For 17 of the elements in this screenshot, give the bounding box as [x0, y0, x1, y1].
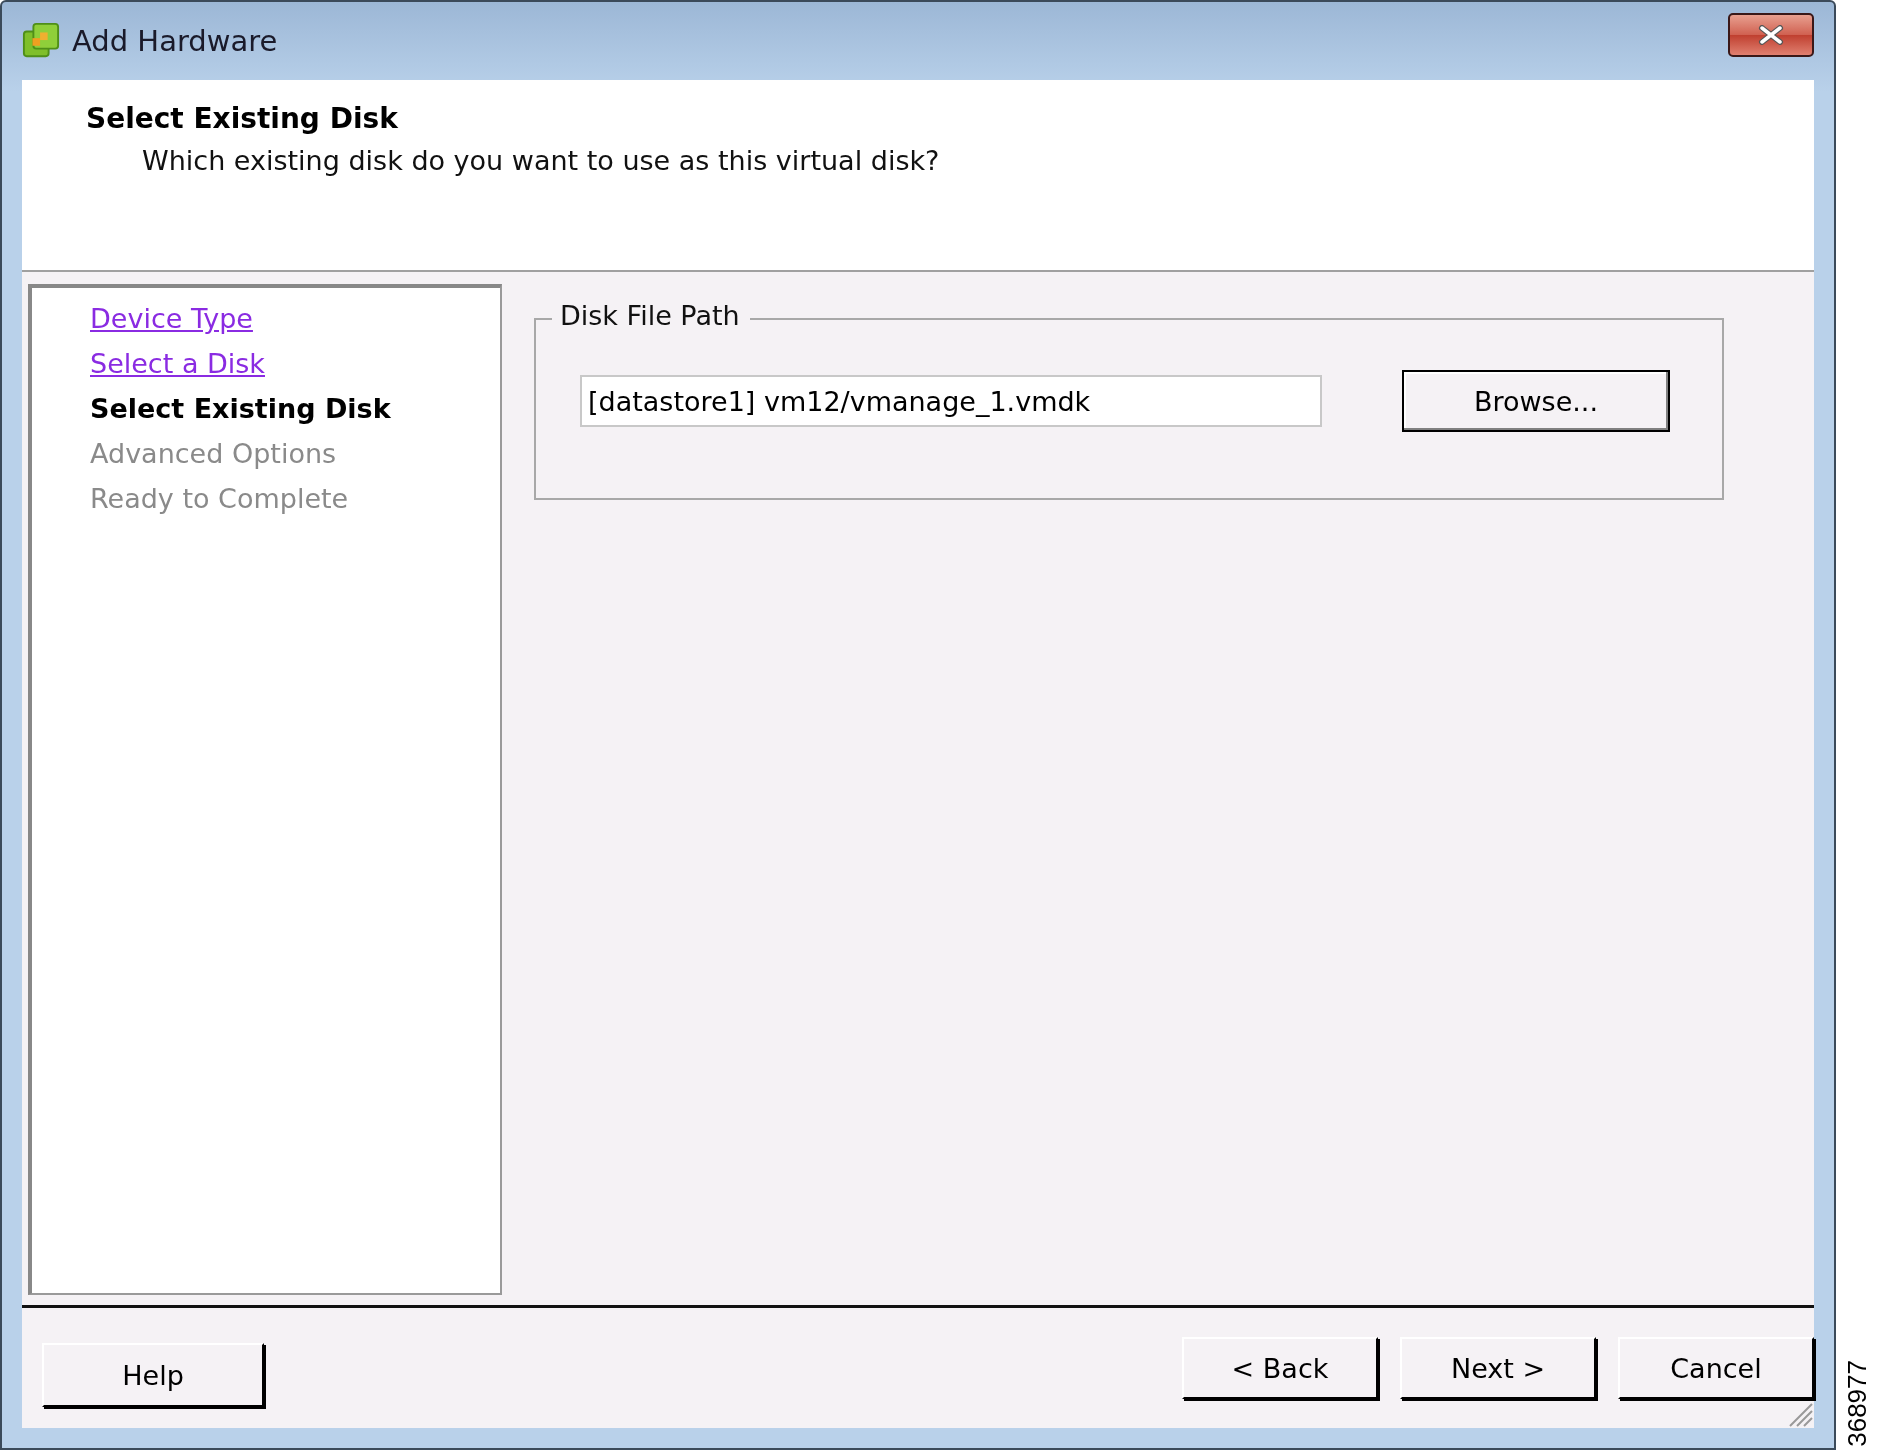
figure-number: 368977	[1843, 1360, 1870, 1447]
cancel-button[interactable]: Cancel	[1618, 1337, 1814, 1399]
close-icon	[1756, 25, 1786, 45]
step-label: Advanced Options	[90, 437, 337, 471]
step-label: Ready to Complete	[90, 482, 349, 516]
page-subtitle: Which existing disk do you want to use as this virtual disk?	[142, 145, 941, 176]
close-button[interactable]	[1728, 13, 1814, 57]
app-icon	[22, 22, 60, 60]
back-button[interactable]: < Back	[1182, 1337, 1378, 1399]
help-button[interactable]: Help	[42, 1343, 264, 1407]
window-title: Add Hardware	[72, 24, 278, 58]
step-link[interactable]: Device Type	[90, 296, 253, 341]
path-field[interactable]: [datastore1] vm12/vmanage_1.vmdk	[580, 375, 1322, 427]
browse-button[interactable]: Browse...	[1402, 370, 1670, 432]
step-link[interactable]: Select a Disk	[90, 341, 265, 386]
next-button[interactable]: Next >	[1400, 1337, 1596, 1399]
page-title: Select Existing Disk	[86, 102, 399, 135]
